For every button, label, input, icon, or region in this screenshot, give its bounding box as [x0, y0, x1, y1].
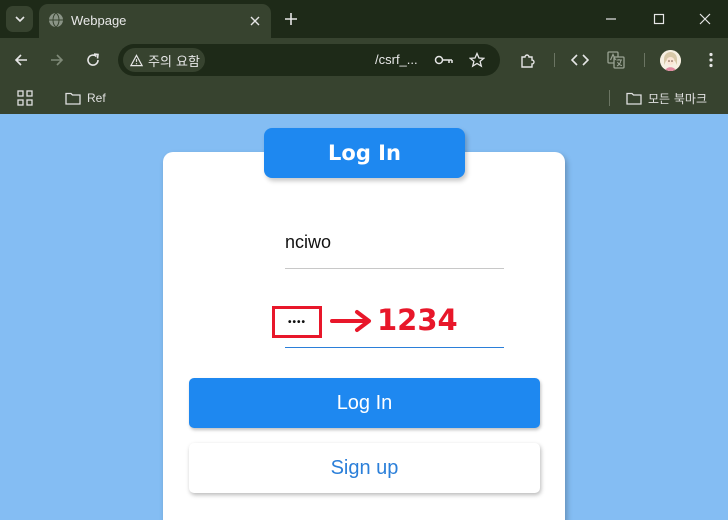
browser-toolbar: 주의 요함 /csrf_...: [0, 38, 728, 82]
bookmark-folder-ref[interactable]: Ref: [65, 88, 106, 108]
new-tab-button[interactable]: [280, 8, 302, 30]
title-bar: Webpage: [0, 0, 728, 38]
close-window-button[interactable]: [690, 6, 720, 32]
all-bookmarks-label: 모든 북마크: [648, 91, 708, 106]
translate-button[interactable]: [604, 48, 628, 72]
username-field[interactable]: nciwo: [285, 232, 331, 253]
security-chip-label: 주의 요함: [148, 54, 200, 70]
plus-icon: [285, 13, 297, 25]
password-underline: [285, 347, 504, 348]
devtools-button[interactable]: [568, 48, 592, 72]
forward-button[interactable]: [45, 48, 69, 72]
reload-icon: [87, 53, 99, 66]
apps-button[interactable]: [17, 88, 33, 108]
bookmark-folder-label: Ref: [87, 91, 106, 105]
tab-title: Webpage: [71, 13, 127, 28]
close-icon: [699, 13, 711, 25]
key-icon: [434, 55, 453, 65]
chevron-down-icon: [14, 16, 25, 23]
back-button[interactable]: [9, 48, 33, 72]
arrow-right-icon: [51, 54, 64, 66]
bookmark-star-button[interactable]: [467, 50, 487, 70]
folder-icon: [626, 92, 642, 105]
arrow-right-icon: [330, 310, 371, 332]
bookmarks-bar: Ref 모든 북마크: [0, 82, 728, 114]
puzzle-icon: [520, 53, 535, 68]
profile-avatar[interactable]: [660, 50, 681, 71]
address-bar[interactable]: 주의 요함 /csrf_...: [118, 44, 500, 76]
more-vertical-icon: [709, 52, 713, 68]
password-key-button[interactable]: [434, 50, 454, 70]
tab-close-button[interactable]: [245, 11, 265, 31]
minimize-button[interactable]: [596, 6, 626, 32]
signup-button[interactable]: Sign up: [189, 443, 540, 493]
password-annotation: 1234: [377, 303, 458, 337]
reload-button[interactable]: [81, 48, 105, 72]
avatar-icon: [660, 50, 681, 71]
login-header: Log In: [264, 128, 465, 178]
browser-tab[interactable]: Webpage: [39, 4, 271, 38]
password-field[interactable]: ••••: [288, 317, 306, 328]
folder-icon: [65, 92, 81, 105]
star-icon: [469, 52, 485, 68]
toolbar-separator: [644, 53, 645, 67]
username-underline: [285, 268, 504, 269]
minimize-icon: [606, 18, 616, 20]
bookmarks-separator: [609, 90, 610, 106]
close-icon: [250, 16, 260, 26]
arrow-left-icon: [14, 54, 27, 66]
login-button[interactable]: Log In: [189, 378, 540, 428]
menu-button[interactable]: [699, 48, 723, 72]
password-highlight-box: ••••: [272, 306, 322, 338]
security-chip[interactable]: 주의 요함: [123, 48, 205, 72]
code-icon: [571, 54, 589, 66]
maximize-icon: [653, 13, 665, 25]
warning-icon: [130, 53, 143, 66]
tab-search-button[interactable]: [6, 6, 33, 32]
apps-grid-icon: [17, 90, 33, 106]
maximize-button[interactable]: [644, 6, 674, 32]
url-text: /csrf_...: [375, 52, 418, 67]
toolbar-separator: [554, 53, 555, 67]
extensions-button[interactable]: [515, 48, 539, 72]
translate-icon: [607, 51, 625, 69]
all-bookmarks-folder[interactable]: 모든 북마크: [626, 88, 707, 108]
globe-icon: [49, 12, 63, 28]
